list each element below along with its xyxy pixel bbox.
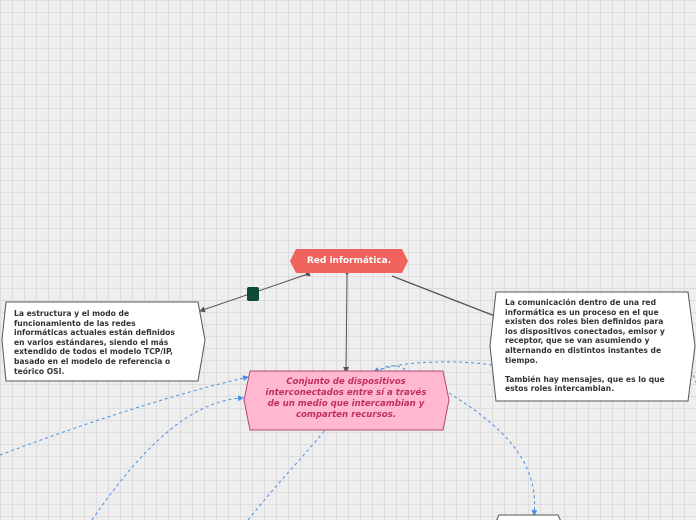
dashed-link-bottom: [247, 429, 326, 520]
right-node-text: La comunicación dentro de una red inform…: [505, 298, 665, 394]
link-root-to-right: [391, 275, 501, 319]
center-node-text: Conjunto de dispositivos interconectados…: [265, 377, 427, 420]
square-marker-icon[interactable]: [247, 287, 259, 301]
link-root-to-center: [343, 269, 351, 373]
dashed-link-right-down: [448, 392, 538, 516]
root-node-label: Red informática.: [306, 256, 392, 266]
dashed-link-right-loop: [373, 361, 493, 373]
left-node-text: La estructura y el modo de funcionamient…: [14, 309, 175, 376]
dashed-link-left-near: [91, 395, 244, 520]
partial-node-bottom[interactable]: [492, 514, 565, 520]
dashed-link-left-far: [0, 375, 249, 456]
